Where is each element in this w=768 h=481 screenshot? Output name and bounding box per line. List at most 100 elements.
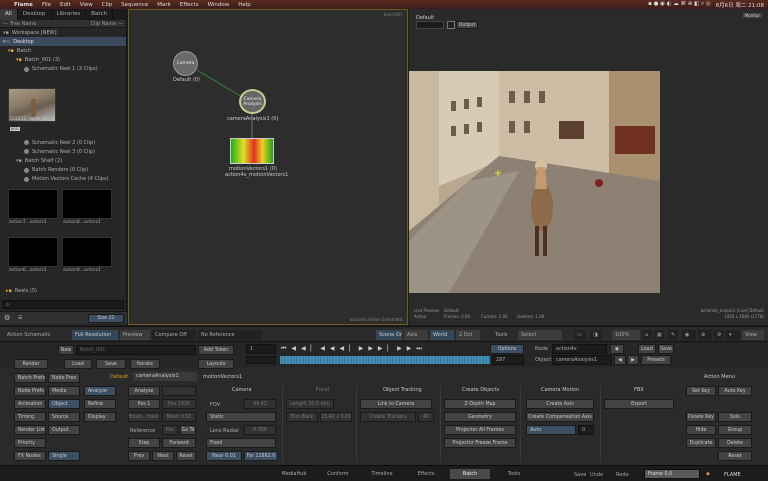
tab-timeline[interactable]: Timeline: [362, 469, 402, 479]
render-list-button[interactable]: Render List: [14, 425, 46, 435]
menu-mark[interactable]: Mark: [157, 2, 171, 8]
duplicate-button[interactable]: Duplicate: [686, 438, 716, 448]
viewer-panel[interactable]: Default Output Monitor Live Preview Acti…: [409, 9, 768, 325]
delete-button[interactable]: Delete: [718, 438, 752, 448]
range-start-field[interactable]: [246, 356, 276, 364]
home-icon[interactable]: ⌂: [642, 330, 652, 340]
redo-button[interactable]: Redo: [616, 472, 629, 478]
tab-desktop[interactable]: Desktop: [18, 9, 52, 20]
gear-icon[interactable]: ⚙: [4, 314, 10, 322]
tree-row-schematic-reel-1[interactable]: Schematic Reel 1 (3 Clips): [0, 65, 126, 74]
mesh-field[interactable]: Mesh 0.50: [162, 412, 196, 422]
scene-button[interactable]: Scene On: [376, 330, 402, 340]
tree-row-motion-vectors-cache[interactable]: Motion Vectors Cache (4 Clips): [0, 175, 127, 184]
split-view-icon[interactable]: ◨: [590, 330, 602, 340]
clip-thumbnail[interactable]: [62, 189, 112, 219]
menu-sequence[interactable]: Sequence: [121, 2, 148, 8]
node-prefs-button[interactable]: Node Prefs: [14, 386, 46, 396]
tree-row-desktop[interactable]: ▾▭ Desktop: [0, 37, 126, 47]
animation-button[interactable]: Animation: [14, 399, 46, 409]
node-prev-button[interactable]: Node Prev: [48, 373, 80, 383]
object-next-icon[interactable]: ▶: [627, 355, 639, 365]
node-load-button[interactable]: Load: [638, 344, 656, 354]
tree-row-batch[interactable]: ▾▪ Batch: [0, 46, 126, 55]
auto-key-button[interactable]: Auto Key: [718, 386, 752, 396]
projector-freeze-frame-button[interactable]: Projector Freeze Frame: [444, 438, 516, 448]
full-resolution-button[interactable]: Full Resolution: [72, 330, 118, 340]
library-search-input[interactable]: ⌕: [2, 300, 124, 309]
axis-dropdown[interactable]: Axis: [404, 330, 428, 340]
save-button[interactable]: Save: [574, 472, 586, 478]
set-key-button[interactable]: Set Key: [686, 386, 716, 396]
reset-analysis-button[interactable]: Reset: [176, 451, 196, 461]
tab-effects[interactable]: Effects: [406, 469, 446, 479]
tree-row-batch-shelf[interactable]: ▾▪ Batch Shelf (2): [0, 156, 127, 165]
tree-row-workspace[interactable]: ▾▪ Workspace [NEW]: [0, 28, 126, 37]
tracker-count-field[interactable]: 40: [418, 412, 434, 422]
display-button[interactable]: Display: [84, 412, 116, 422]
iterate-dropdown[interactable]: Iterate: [130, 359, 160, 369]
export-button[interactable]: Export: [604, 399, 674, 409]
frame-field[interactable]: Frame 0.0: [644, 469, 700, 479]
film-back-dropdown[interactable]: Film Back: [286, 412, 318, 422]
preview-button[interactable]: Preview: [120, 330, 150, 340]
tab-libraries[interactable]: Libraries: [52, 9, 87, 20]
compare-dropdown[interactable]: Compare Off: [152, 330, 196, 340]
near-field[interactable]: Near 0.01: [206, 451, 242, 461]
tab-conform[interactable]: Conform: [318, 469, 358, 479]
analyze-button[interactable]: Analyze: [84, 386, 116, 396]
tab-all[interactable]: All: [0, 9, 18, 20]
source-button[interactable]: Source: [48, 412, 80, 422]
new-batch-button[interactable]: New: [58, 345, 74, 355]
tab-mediahub[interactable]: MediaHub: [274, 469, 314, 479]
prev-button[interactable]: Prev: [128, 451, 150, 461]
menu-effects[interactable]: Effects: [180, 2, 199, 8]
single-button[interactable]: Single: [48, 451, 80, 461]
column-tree-name[interactable]: — Tree Name: [3, 21, 36, 27]
tools-label[interactable]: Tools: [492, 330, 514, 340]
menu-clock[interactable]: 8月6日 周二 21:08: [716, 1, 764, 9]
tree-row-batch001[interactable]: ▾▪ Batch_001 (3): [0, 56, 126, 65]
view-dropdown[interactable]: View: [742, 330, 764, 340]
select-dropdown[interactable]: Select: [518, 330, 562, 340]
action-schematic-panel[interactable]: Batch001 Camera Default (0) Camera Analy…: [128, 9, 408, 325]
tab-default[interactable]: Default: [110, 374, 128, 380]
current-frame-field[interactable]: 1: [246, 344, 276, 354]
range-end-field[interactable]: 297: [492, 355, 524, 365]
object-name-field[interactable]: cameraAnalysis1: [552, 355, 612, 365]
z-oct-dropdown[interactable]: 2 Oct: [456, 330, 480, 340]
reference-iter-button[interactable]: Iter: [162, 425, 178, 435]
target-icon[interactable]: ⊕: [698, 330, 712, 340]
menu-view[interactable]: View: [80, 2, 93, 8]
camera-node[interactable]: Camera: [173, 51, 198, 76]
tab-batch[interactable]: Batch: [86, 9, 114, 20]
status-field[interactable]: [162, 386, 196, 396]
output-button[interactable]: Output: [48, 425, 80, 435]
column-clip-name[interactable]: Clip Name —: [91, 21, 123, 27]
projector-all-frames-button[interactable]: Projector All Frames: [444, 425, 516, 435]
geometry-button[interactable]: Geometry: [444, 412, 516, 422]
tree-row-reels[interactable]: ▸▪ Reels (5): [6, 286, 37, 295]
static-dropdown[interactable]: Static: [206, 412, 276, 422]
settings-icon[interactable]: ⚙: [714, 330, 724, 340]
menu-window[interactable]: Window: [208, 2, 230, 8]
viewer-source-field[interactable]: [416, 21, 444, 29]
status-icons[interactable]: ▪ ● ◉ ◐ ☁ ⌘ ⊕ ◧ ⌕ ◎: [648, 1, 711, 8]
link-to-camera-button[interactable]: Link to Camera: [360, 399, 432, 409]
node-save-button[interactable]: Save: [658, 344, 674, 354]
more-icon[interactable]: ▾: [726, 330, 740, 340]
node-pick-button[interactable]: ◉: [610, 344, 624, 354]
viewer-monitor-button[interactable]: Monitor: [742, 13, 762, 18]
tab-batch[interactable]: Batch: [450, 469, 490, 479]
viewer-output-button[interactable]: Output: [456, 21, 478, 29]
step-button[interactable]: Step: [128, 438, 160, 448]
tab-tools[interactable]: Tools: [494, 469, 534, 479]
options-dropdown[interactable]: Options: [490, 344, 524, 354]
clip-thumbnail[interactable]: [8, 237, 58, 267]
add-token-dropdown[interactable]: Add Token: [198, 345, 234, 355]
timing-button[interactable]: Timing: [14, 412, 46, 422]
object-button[interactable]: Object: [48, 399, 80, 409]
forward-button[interactable]: Forward: [162, 438, 196, 448]
undo-button[interactable]: Undo: [590, 472, 603, 478]
next-button[interactable]: Next: [152, 451, 174, 461]
